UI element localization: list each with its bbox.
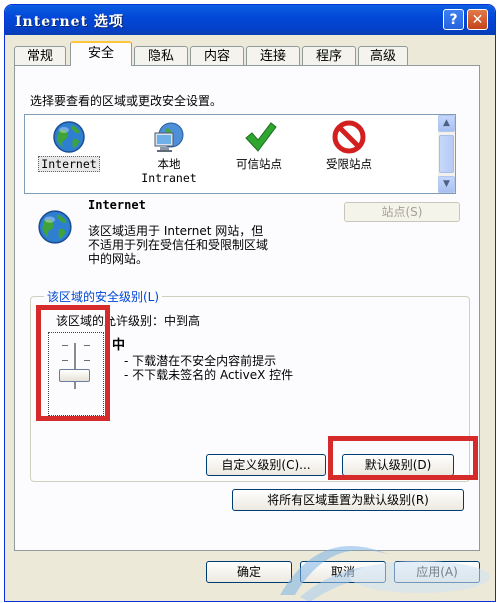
tab-privacy[interactable]: 隐私 (134, 46, 188, 66)
zone-internet[interactable]: Internet (29, 119, 109, 172)
security-level-group-title: 该区域的安全级别(L) (44, 288, 163, 305)
zone-list: Internet 本地 Intranet 可信站点 受限站点 ▲ ▼ (24, 114, 456, 194)
title-bar[interactable]: Internet 选项 ? ✕ (5, 5, 495, 35)
zone-label-line2: Intranet (141, 171, 197, 185)
zone-prompt: 选择要查看的区域或更改安全设置。 (30, 94, 223, 108)
zone-local-intranet[interactable]: 本地 Intranet (129, 119, 209, 185)
scroll-down-arrow-icon[interactable]: ▼ (438, 176, 455, 193)
tab-advanced[interactable]: 高级 (358, 46, 408, 66)
close-button[interactable]: ✕ (467, 9, 488, 30)
globe-icon (53, 121, 85, 153)
zone-list-scrollbar[interactable]: ▲ ▼ (438, 115, 455, 193)
reset-all-zones-button[interactable]: 将所有区域重置为默认级别(R) (232, 489, 464, 511)
level-name: 中 (112, 338, 126, 353)
tab-security[interactable]: 安全 (70, 41, 132, 66)
zone-label: 可信站点 (236, 157, 282, 171)
zone-info-desc-line3: 中的网站。 (88, 252, 149, 266)
scroll-up-arrow-icon[interactable]: ▲ (438, 115, 455, 132)
level-bullet-2: - 不下载未签名的 ActiveX 控件 (124, 368, 294, 382)
computer-network-icon (154, 122, 184, 152)
tab-general[interactable]: 常规 (14, 46, 66, 66)
zone-info-title: Internet (88, 198, 146, 212)
highlight-box-slider (36, 305, 110, 421)
tab-programs[interactable]: 程序 (302, 46, 356, 66)
window-title: Internet 选项 (15, 14, 124, 30)
checkmark-icon (245, 122, 277, 152)
zone-label: 受限站点 (326, 157, 372, 171)
zone-restricted-sites[interactable]: 受限站点 (309, 119, 389, 171)
apply-button[interactable]: 应用(A) (394, 561, 480, 583)
globe-icon (38, 210, 72, 244)
help-button[interactable]: ? (443, 9, 464, 30)
tab-content[interactable]: 内容 (190, 46, 244, 66)
highlight-box-default-level (328, 436, 478, 480)
zone-trusted-sites[interactable]: 可信站点 (219, 119, 299, 171)
zone-label: 本地 (157, 157, 181, 171)
tab-connections[interactable]: 连接 (246, 46, 300, 66)
sites-button[interactable]: 站点(S) (344, 202, 460, 222)
custom-level-button[interactable]: 自定义级别(C)... (206, 454, 326, 476)
scroll-thumb[interactable] (439, 135, 454, 173)
cancel-button[interactable]: 取消 (300, 561, 386, 583)
no-entry-icon (332, 120, 366, 154)
ok-button[interactable]: 确定 (206, 561, 292, 583)
zone-label: Internet (38, 156, 100, 172)
